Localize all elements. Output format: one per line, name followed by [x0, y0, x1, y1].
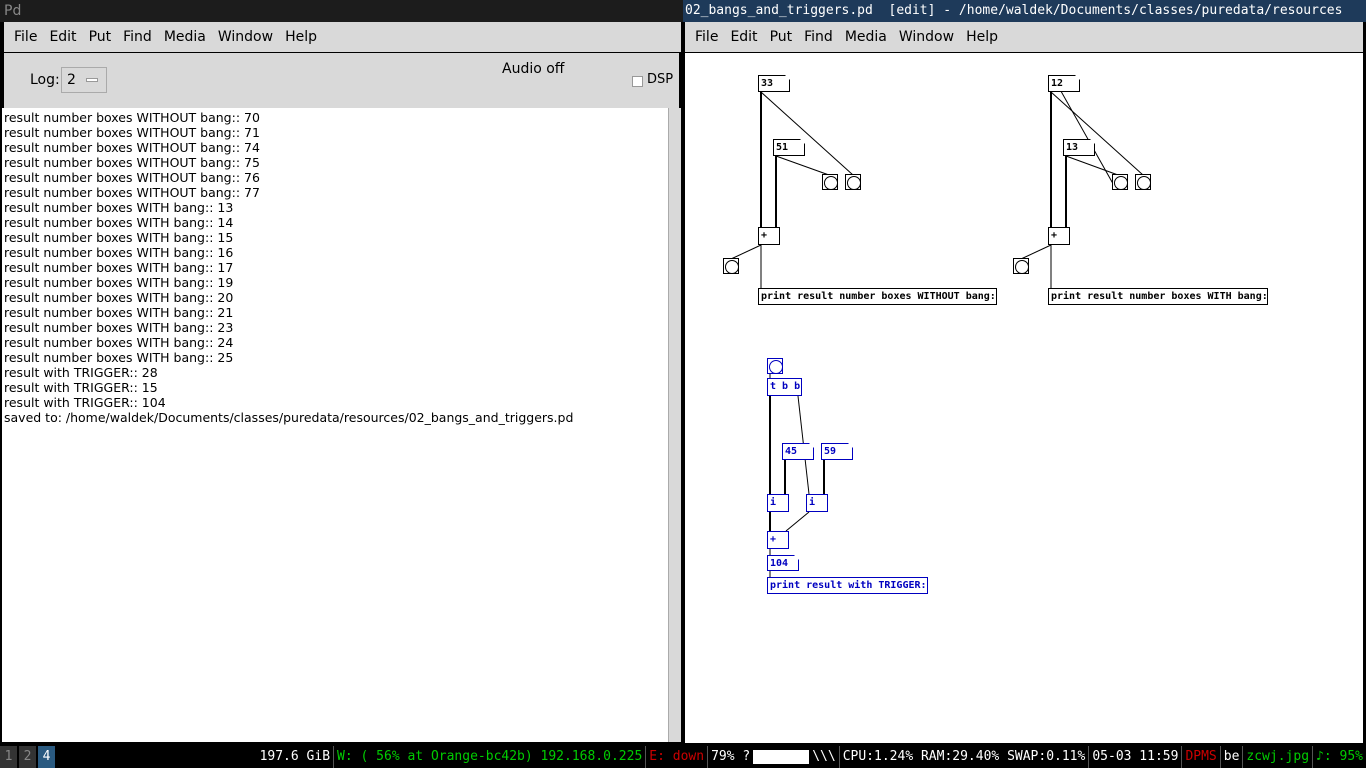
- battery-status: 79% ?: [711, 749, 751, 764]
- load-graph: \\\: [809, 746, 840, 768]
- int-object[interactable]: i: [806, 494, 828, 512]
- number-box[interactable]: 59: [821, 443, 853, 460]
- load-bar: [753, 750, 810, 764]
- menu-window[interactable]: Window: [899, 29, 954, 45]
- console-line: result number boxes WITH bang:: 17: [4, 260, 234, 275]
- log-level-select[interactable]: 2: [61, 67, 107, 93]
- bang-button[interactable]: [845, 174, 861, 190]
- console-line: result number boxes WITHOUT bang:: 70: [4, 110, 260, 125]
- dsp-label: DSP: [647, 72, 674, 87]
- patch-canvas[interactable]: [685, 53, 1363, 743]
- audio-status: Audio off: [502, 61, 565, 77]
- menu-help[interactable]: Help: [966, 29, 998, 45]
- workspace-1[interactable]: 1: [0, 746, 17, 768]
- menu-window[interactable]: Window: [218, 29, 273, 45]
- menu-find[interactable]: Find: [804, 29, 833, 45]
- console-line: result number boxes WITHOUT bang:: 74: [4, 140, 260, 155]
- datetime: 05-03 11:59: [1089, 746, 1183, 768]
- dropdown-indicator-icon: [86, 78, 98, 82]
- console-line: result number boxes WITH bang:: 15: [4, 230, 234, 245]
- menu-help[interactable]: Help: [285, 29, 317, 45]
- console-title: Pd: [0, 0, 683, 22]
- console-line: result with TRIGGER:: 15: [4, 380, 158, 395]
- console-toolbar: Log: 2 Audio off DSP: [4, 53, 679, 108]
- workspace-4[interactable]: 4: [38, 746, 55, 768]
- bang-button[interactable]: [822, 174, 838, 190]
- keyboard-layout: be: [1221, 746, 1244, 768]
- menu-file[interactable]: File: [695, 29, 718, 45]
- trigger-object[interactable]: t b b: [767, 378, 802, 396]
- console-line: result number boxes WITH bang:: 21: [4, 305, 234, 320]
- ethernet-status: E: down: [646, 746, 709, 768]
- number-box[interactable]: 33: [758, 75, 790, 92]
- print-object[interactable]: print result with TRIGGER:: [767, 577, 928, 594]
- log-level-value: 2: [67, 72, 76, 88]
- print-object[interactable]: print result number boxes WITH bang:: [1048, 288, 1268, 305]
- status-bar: 1 2 4 197.6 GiB W: ( 56% at Orange-bc42b…: [0, 746, 1366, 768]
- console-line: result number boxes WITH bang:: 16: [4, 245, 234, 260]
- volume-status: ♪: 95%: [1316, 749, 1363, 764]
- menu-edit[interactable]: Edit: [49, 29, 76, 45]
- menu-file[interactable]: File: [14, 29, 37, 45]
- number-box[interactable]: 104: [767, 555, 799, 571]
- console-menubar: File Edit Put Find Media Window Help: [4, 22, 681, 52]
- console-line: result number boxes WITH bang:: 24: [4, 335, 234, 350]
- menu-find[interactable]: Find: [123, 29, 152, 45]
- console-scrollbar[interactable]: [668, 108, 681, 742]
- disk-status: 197.6 GiB: [257, 746, 335, 768]
- bang-button[interactable]: [723, 258, 739, 274]
- menu-put[interactable]: Put: [89, 29, 112, 45]
- menu-put[interactable]: Put: [770, 29, 793, 45]
- wifi-status: W: ( 56% at Orange-bc42b) 192.168.0.225: [334, 746, 647, 768]
- number-box[interactable]: 45: [782, 443, 814, 460]
- menu-media[interactable]: Media: [164, 29, 206, 45]
- number-box[interactable]: 13: [1063, 139, 1095, 156]
- console-line: result number boxes WITH bang:: 13: [4, 200, 234, 215]
- workspace-2[interactable]: 2: [19, 746, 36, 768]
- console-line: result number boxes WITH bang:: 23: [4, 320, 234, 335]
- console-line: result number boxes WITHOUT bang:: 77: [4, 185, 260, 200]
- number-box[interactable]: 51: [773, 139, 805, 156]
- console-line: result number boxes WITHOUT bang:: 75: [4, 155, 260, 170]
- add-object[interactable]: +: [767, 531, 789, 549]
- dpms-status: DPMS: [1182, 746, 1221, 768]
- bang-button[interactable]: [767, 358, 783, 374]
- console-line: result number boxes WITH bang:: 19: [4, 275, 234, 290]
- bang-button[interactable]: [1112, 174, 1128, 190]
- wallpaper-name: zcwj.jpg: [1243, 746, 1314, 768]
- patch-menubar: File Edit Put Find Media Window Help: [685, 22, 1363, 52]
- console-line: result number boxes WITH bang:: 25: [4, 350, 234, 365]
- add-object[interactable]: +: [1048, 227, 1070, 245]
- print-object[interactable]: print result number boxes WITHOUT bang:: [758, 288, 997, 305]
- console-output: result number boxes WITHOUT bang:: 70 res…: [2, 108, 668, 742]
- bang-button[interactable]: [1135, 174, 1151, 190]
- patch-title: 02_bangs_and_triggers.pd [edit] - /home/…: [683, 0, 1366, 22]
- console-line: result number boxes WITHOUT bang:: 71: [4, 125, 260, 140]
- console-line: saved to: /home/waldek/Documents/classes…: [4, 410, 574, 425]
- console-line: result number boxes WITH bang:: 14: [4, 215, 234, 230]
- system-usage: CPU:1.24% RAM:29.40% SWAP:0.11%: [840, 746, 1090, 768]
- console-line: result with TRIGGER:: 28: [4, 365, 158, 380]
- log-label: Log:: [30, 72, 60, 88]
- menu-media[interactable]: Media: [845, 29, 887, 45]
- console-line: result with TRIGGER:: 104: [4, 395, 166, 410]
- number-box[interactable]: 12: [1048, 75, 1080, 92]
- add-object[interactable]: +: [758, 227, 780, 245]
- menu-edit[interactable]: Edit: [730, 29, 757, 45]
- console-line: result number boxes WITHOUT bang:: 76: [4, 170, 260, 185]
- bang-button[interactable]: [1013, 258, 1029, 274]
- int-object[interactable]: i: [767, 494, 789, 512]
- dsp-checkbox[interactable]: [632, 76, 643, 87]
- console-line: result number boxes WITH bang:: 20: [4, 290, 234, 305]
